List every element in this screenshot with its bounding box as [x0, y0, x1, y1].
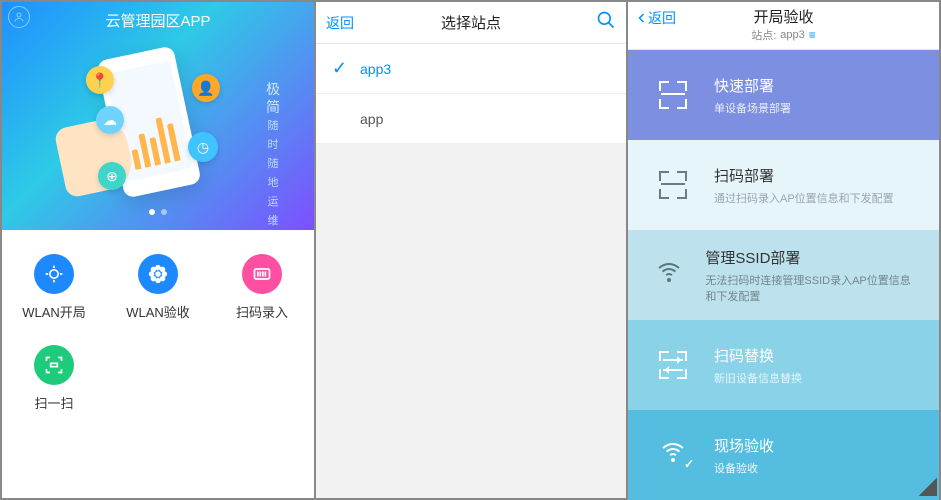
search-icon[interactable]: [596, 10, 616, 35]
site-list: ✓app3✓app: [316, 44, 626, 144]
deploy-options: 快速部署单设备场景部署扫码部署通过扫码录入AP位置信息和下发配置管理SSID部署…: [628, 50, 939, 500]
avatar-icon[interactable]: [8, 6, 30, 28]
card-title: 扫码替换: [714, 345, 802, 366]
deploy-navbar: 返回 开局验收 站点:app3 ≡: [628, 2, 939, 50]
card-title: 扫码部署: [714, 165, 894, 186]
site-name: app: [360, 111, 383, 127]
home-panel: 云管理园区APP 📍 ☁ ⊕ 👤 ◷ 极 简 随 时 随 地 运 维 WLAN开…: [2, 2, 316, 498]
scan-bracket-icon: [650, 171, 696, 199]
resize-corner-icon: [919, 478, 937, 496]
card-title: 现场验收: [714, 435, 774, 456]
site-row[interactable]: ✓app: [316, 94, 626, 144]
home-tile-3[interactable]: 扫一扫: [2, 335, 106, 426]
check-icon: ✓: [332, 58, 356, 79]
home-grid: WLAN开局 WLAN验收 扫码录入扫一扫: [2, 230, 314, 426]
scan-exchange-icon: [650, 351, 696, 379]
flower-icon: [138, 254, 178, 294]
home-tile-1[interactable]: WLAN验收: [106, 244, 210, 335]
wifi-check-icon: [650, 443, 696, 467]
deploy-card-3[interactable]: 扫码替换新旧设备信息替换: [628, 320, 939, 410]
site-menu-icon[interactable]: ≡: [809, 28, 816, 42]
site-select-panel: 返回 选择站点 ✓app3✓app: [316, 2, 628, 498]
site-subtitle: 站点:app3 ≡: [751, 27, 816, 43]
deploy-card-4[interactable]: 现场验收设备验收: [628, 410, 939, 500]
hero-banner: 云管理园区APP 📍 ☁ ⊕ 👤 ◷ 极 简 随 时 随 地 运 维: [2, 2, 314, 230]
card-title: 快速部署: [714, 75, 791, 96]
back-button[interactable]: 返回: [636, 8, 676, 28]
app-title: 云管理园区APP: [105, 10, 210, 31]
site-name: app3: [360, 61, 391, 77]
orb-icon: 📍: [86, 66, 114, 94]
site-navbar: 返回 选择站点: [316, 2, 626, 44]
tile-label: WLAN验收: [126, 302, 190, 321]
card-subtitle: 通过扫码录入AP位置信息和下发配置: [714, 190, 894, 206]
tile-label: 扫码录入: [236, 302, 288, 321]
home-tile-2[interactable]: 扫码录入: [210, 244, 314, 335]
card-subtitle: 单设备场景部署: [714, 100, 791, 116]
deploy-card-1[interactable]: 扫码部署通过扫码录入AP位置信息和下发配置: [628, 140, 939, 230]
orb-icon: ◷: [188, 132, 218, 162]
card-subtitle: 设备验收: [714, 460, 774, 476]
wifi-icon: [650, 263, 687, 287]
card-subtitle: 无法扫码时连接管理SSID录入AP位置信息和下发配置: [705, 272, 917, 304]
deploy-panel: 返回 开局验收 站点:app3 ≡ 快速部署单设备场景部署扫码部署通过扫码录入A…: [628, 2, 939, 498]
scan-icon: [34, 254, 74, 294]
orb-icon: 👤: [192, 74, 220, 102]
scan-bracket-icon: [650, 81, 696, 109]
back-button[interactable]: 返回: [326, 13, 354, 33]
page-title: 开局验收: [753, 6, 813, 27]
orb-icon: ⊕: [98, 162, 126, 190]
home-tile-0[interactable]: WLAN开局: [2, 244, 106, 335]
deploy-card-2[interactable]: 管理SSID部署无法扫码时连接管理SSID录入AP位置信息和下发配置: [628, 230, 939, 320]
deploy-card-0[interactable]: 快速部署单设备场景部署: [628, 50, 939, 140]
home-titlebar: 云管理园区APP: [2, 2, 314, 32]
qr-icon: [34, 345, 74, 385]
tile-label: 扫一扫: [34, 393, 73, 412]
barcode-icon: [242, 254, 282, 294]
card-title: 管理SSID部署: [705, 247, 917, 268]
site-row[interactable]: ✓app3: [316, 44, 626, 94]
tile-label: WLAN开局: [22, 302, 86, 321]
page-title: 选择站点: [441, 12, 501, 33]
card-subtitle: 新旧设备信息替换: [714, 370, 802, 386]
carousel-dots[interactable]: [2, 202, 314, 220]
orb-icon: ☁: [96, 106, 124, 134]
